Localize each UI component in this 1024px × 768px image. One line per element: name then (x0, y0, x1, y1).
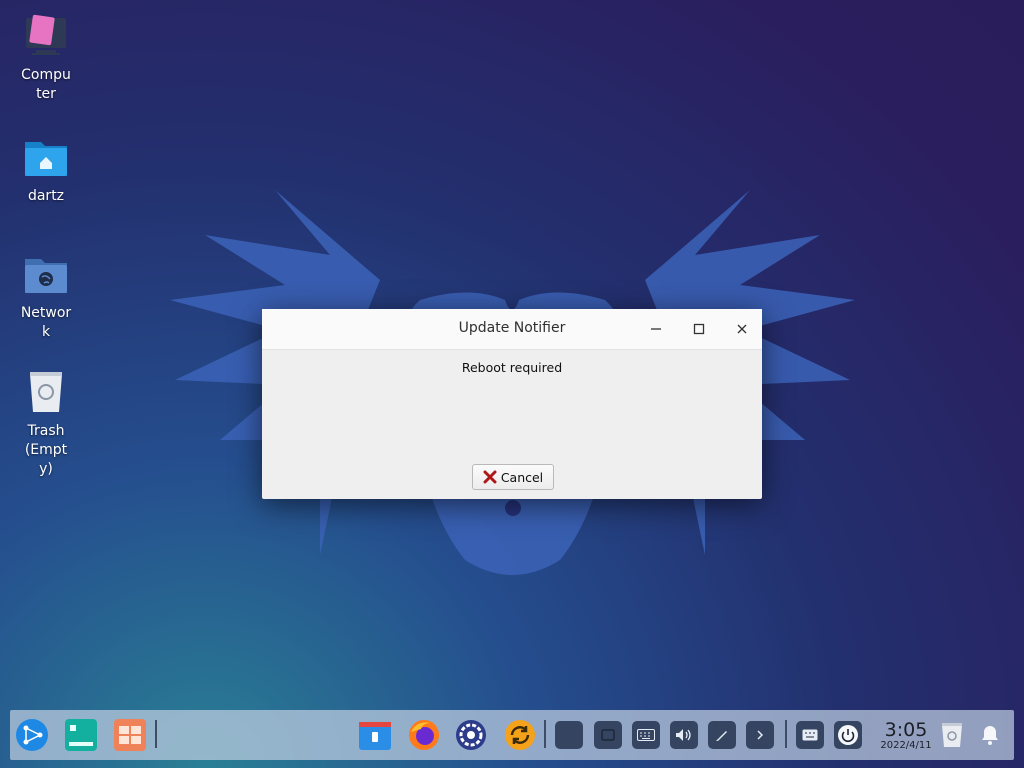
update-manager-icon (505, 720, 535, 750)
desktop-icon-trash[interactable]: Trash (Empty) (0, 368, 92, 479)
minimize-button[interactable] (643, 317, 669, 341)
settings-icon (456, 720, 486, 750)
pen-tool-button[interactable] (708, 721, 736, 749)
dialog-titlebar[interactable]: Update Notifier (262, 309, 762, 350)
close-icon (737, 324, 747, 334)
clock-time[interactable]: 3:05 (876, 719, 936, 741)
clock-date[interactable]: 2022/4/11 (872, 740, 940, 751)
tray-expand-button[interactable] (746, 721, 774, 749)
maximize-button[interactable] (686, 317, 712, 341)
home-folder-icon (25, 142, 67, 176)
update-notifier-dialog: Update Notifier Reboot required Cancel (262, 309, 762, 499)
firefox-button[interactable] (406, 717, 442, 753)
desktop-icon-network[interactable]: Network (0, 250, 92, 342)
cancel-button-label: Cancel (500, 469, 544, 485)
tray-app-button[interactable] (555, 721, 583, 749)
desktop-icon-home[interactable]: dartz (0, 133, 92, 206)
notification-button[interactable] (972, 717, 1008, 753)
keyboard-layout-button[interactable] (632, 721, 660, 749)
taskbar-separator (785, 720, 787, 748)
dialog-message: Reboot required (461, 360, 563, 375)
volume-icon (676, 729, 691, 741)
notification-bell-icon (982, 726, 998, 745)
network-folder-icon (25, 259, 67, 293)
trash-button[interactable] (934, 717, 970, 753)
app-manager-button[interactable] (112, 717, 148, 753)
taskbar-separator (155, 720, 157, 748)
trash-icon (942, 723, 962, 747)
desktop-icon-computer[interactable]: Computer (0, 12, 92, 104)
tray-window-button[interactable] (594, 721, 622, 749)
desktop-icon-label: Network (20, 305, 72, 340)
file-manager-button[interactable] (357, 717, 393, 753)
desktop-icon-label: Trash (Empty) (24, 423, 68, 477)
settings-button[interactable] (453, 717, 489, 753)
taskbar: 3:05 2022/4/11 (10, 710, 1014, 760)
tray-window-icon (601, 729, 615, 741)
minimize-icon (651, 328, 661, 330)
firefox-icon (409, 720, 439, 750)
onscreen-keyboard-button[interactable] (796, 721, 824, 749)
start-menu-icon (16, 719, 48, 751)
volume-button[interactable] (670, 721, 698, 749)
desktop-icon-label: Computer (21, 67, 71, 102)
update-manager-button[interactable] (502, 717, 538, 753)
desktop-icon-label: dartz (27, 188, 65, 204)
power-button[interactable] (834, 721, 862, 749)
cancel-button[interactable]: Cancel (472, 464, 554, 490)
terminal-icon (65, 719, 97, 751)
cancel-x-icon (483, 470, 497, 484)
app-manager-icon (114, 719, 146, 751)
taskbar-separator (544, 720, 546, 748)
onscreen-keyboard-icon (802, 729, 818, 741)
terminal-button[interactable] (63, 717, 99, 753)
power-icon (838, 725, 858, 745)
trash-icon (30, 372, 62, 412)
pen-icon (716, 731, 727, 741)
file-manager-icon (359, 722, 391, 750)
keyboard-icon (637, 729, 655, 741)
maximize-icon (693, 323, 705, 335)
chevron-right-icon (757, 730, 764, 740)
computer-icon (26, 14, 66, 55)
start-menu-button[interactable] (14, 717, 50, 753)
close-button[interactable] (729, 317, 755, 341)
